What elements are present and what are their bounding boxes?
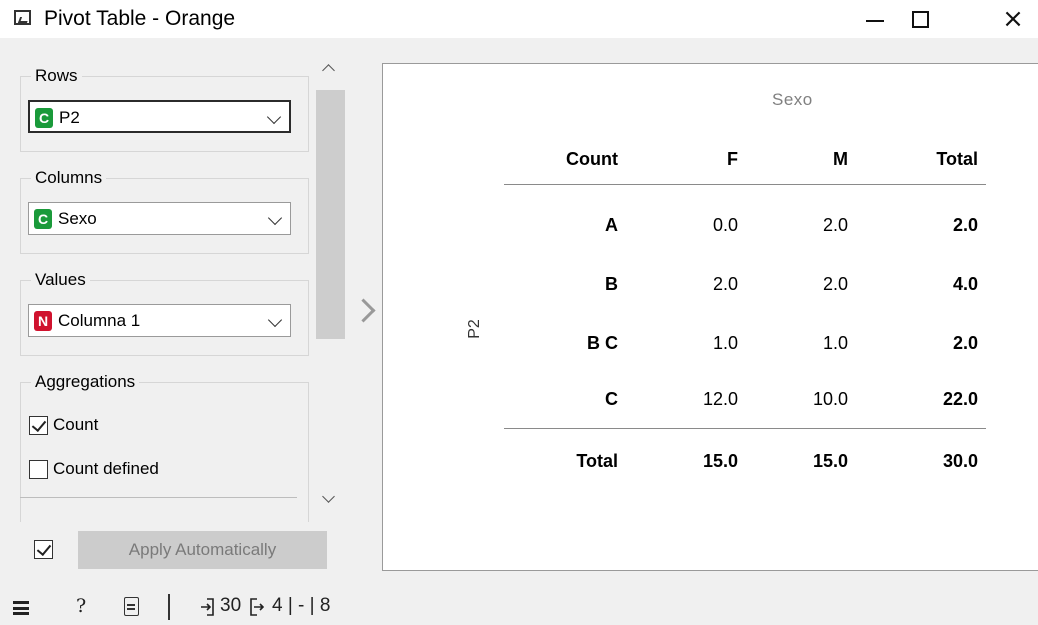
- pivot-cell: 2.0: [822, 274, 848, 294]
- pivot-table: Sexo P2 Count F M Total A 0.0 2.0 2.0 B …: [382, 63, 1038, 571]
- auto-apply-checkbox[interactable]: [34, 540, 53, 559]
- maximize-button[interactable]: [897, 0, 943, 38]
- pivot-cell: 1.0: [822, 333, 848, 353]
- count-defined-checkbox[interactable]: [29, 459, 48, 479]
- aggregations-group-title: Aggregations: [31, 372, 140, 392]
- scroll-thumb[interactable]: [316, 90, 345, 339]
- rows-group-title: Rows: [31, 66, 82, 86]
- aggregation-count-defined[interactable]: Count defined: [29, 457, 159, 481]
- app-window-icon: [14, 10, 31, 25]
- status-bar: ? 30 4 | - | 8: [0, 588, 1038, 625]
- numeric-variable-icon: N: [34, 311, 52, 331]
- apply-row: Apply Automatically: [34, 531, 328, 574]
- output-summary: 4 | - | 8: [272, 595, 331, 616]
- pivot-cell: 10.0: [812, 389, 848, 409]
- rows-combo-value: P2: [59, 108, 80, 127]
- pivot-row-label: A: [605, 215, 618, 235]
- scroll-down-icon[interactable]: [322, 490, 335, 503]
- pivot-corner-header: Count: [566, 149, 618, 169]
- help-icon[interactable]: ?: [76, 593, 86, 619]
- values-combo-value: Columna 1: [58, 311, 141, 330]
- chevron-down-icon: [267, 210, 283, 226]
- chevron-down-icon: [266, 109, 282, 125]
- statusbar-separator: [168, 594, 170, 620]
- column-variable-label: Sexo: [772, 90, 813, 109]
- aggregations-group: Aggregations Count Count defined: [20, 372, 309, 522]
- columns-group-title: Columns: [31, 168, 107, 188]
- apply-automatically-button[interactable]: Apply Automatically: [78, 531, 327, 569]
- splitter-chevron-right-icon[interactable]: [351, 298, 376, 323]
- pivot-row-label: C: [605, 389, 618, 409]
- pivot-total-label: Total: [576, 451, 618, 471]
- menu-icon[interactable]: [13, 601, 29, 615]
- pivot-row-total: 2.0: [952, 333, 978, 353]
- title-bar: Pivot Table - Orange ×: [0, 0, 1038, 38]
- pivot-col-total: 15.0: [702, 451, 738, 471]
- control-panel: Rows C P2 Columns C Sexo Values N Column…: [9, 56, 354, 522]
- close-button[interactable]: ×: [990, 0, 1036, 38]
- pivot-cell: 0.0: [712, 215, 738, 235]
- pivot-cell: 2.0: [822, 215, 848, 235]
- minimize-icon: [866, 20, 884, 22]
- pivot-grand-total: 30.0: [942, 451, 978, 471]
- pivot-row-total: 2.0: [952, 215, 978, 235]
- pivot-cell: 2.0: [712, 274, 738, 294]
- output-icon: [250, 598, 264, 616]
- maximize-icon: [911, 10, 929, 28]
- values-group-title: Values: [31, 270, 90, 290]
- pivot-row-label: B: [605, 274, 618, 294]
- count-defined-label: Count defined: [53, 459, 159, 478]
- input-count: 30: [220, 595, 242, 616]
- window-title: Pivot Table - Orange: [44, 7, 236, 30]
- pivot-row-label: B C: [587, 333, 618, 353]
- rows-group: Rows C P2: [20, 66, 309, 152]
- count-checkbox[interactable]: [29, 415, 48, 435]
- chevron-down-icon: [267, 312, 283, 328]
- values-group: Values N Columna 1: [20, 270, 309, 356]
- report-icon[interactable]: [124, 597, 139, 616]
- columns-combo-value: Sexo: [58, 209, 97, 228]
- aggregation-count[interactable]: Count: [29, 413, 98, 437]
- columns-combo[interactable]: C Sexo: [28, 202, 291, 235]
- rows-combo[interactable]: C P2: [28, 100, 291, 133]
- total-divider: [504, 428, 986, 429]
- pivot-col-header-f: F: [727, 149, 738, 169]
- aggregations-divider: [20, 497, 297, 498]
- pivot-col-total: 15.0: [812, 451, 848, 471]
- pivot-col-header-total: Total: [936, 149, 978, 169]
- close-icon: ×: [1002, 4, 1024, 34]
- row-variable-label: P2: [465, 319, 483, 339]
- values-combo[interactable]: N Columna 1: [28, 304, 291, 337]
- categorical-variable-icon: C: [35, 108, 53, 128]
- pivot-row-total: 22.0: [942, 389, 978, 409]
- count-label: Count: [53, 415, 99, 434]
- scroll-up-icon[interactable]: [322, 64, 335, 77]
- columns-group: Columns C Sexo: [20, 168, 309, 254]
- categorical-variable-icon: C: [34, 209, 52, 229]
- minimize-button[interactable]: [852, 0, 898, 38]
- pivot-col-header-m: M: [833, 149, 848, 169]
- pivot-cell: 1.0: [712, 333, 738, 353]
- control-scrollbar[interactable]: [314, 56, 350, 511]
- pivot-cell: 12.0: [702, 389, 738, 409]
- pivot-row-total: 4.0: [952, 274, 978, 294]
- input-icon: [201, 598, 214, 616]
- header-divider: [504, 184, 986, 185]
